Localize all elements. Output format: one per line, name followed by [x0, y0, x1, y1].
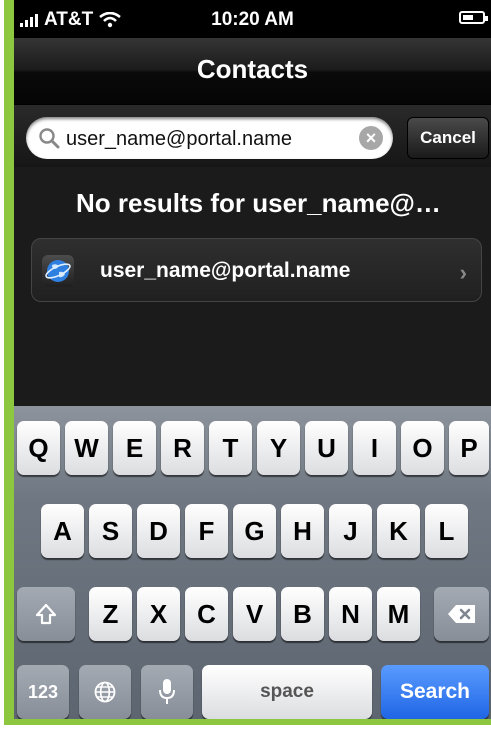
key-y[interactable]: Y — [257, 421, 300, 475]
search-query: user_name@portal.name — [66, 128, 292, 150]
shift-icon — [35, 603, 57, 625]
phone-screen: AT&T 10:20 AM Contacts user_name@portal.… — [14, 0, 491, 719]
key-a[interactable]: A — [41, 504, 84, 558]
search-bar: user_name@portal.name × Cancel — [14, 105, 491, 167]
status-bar: AT&T 10:20 AM — [14, 0, 491, 38]
key-h[interactable]: H — [281, 504, 324, 558]
keyboard: Q W E R T Y U I O P A S D F G H J K L Z … — [14, 406, 491, 719]
globe-key[interactable] — [79, 665, 131, 719]
key-z[interactable]: Z — [89, 587, 132, 641]
key-w[interactable]: W — [65, 421, 108, 475]
key-c[interactable]: C — [185, 587, 228, 641]
key-i[interactable]: I — [353, 421, 396, 475]
key-n[interactable]: N — [329, 587, 372, 641]
key-p[interactable]: P — [449, 421, 489, 475]
clear-icon[interactable]: × — [359, 126, 383, 150]
key-m[interactable]: M — [377, 587, 420, 641]
space-key[interactable]: space — [202, 665, 372, 719]
key-l[interactable]: L — [425, 504, 468, 558]
key-s[interactable]: S — [89, 504, 132, 558]
microphone-icon — [159, 679, 175, 704]
key-e[interactable]: E — [113, 421, 156, 475]
search-icon — [38, 127, 60, 154]
key-q[interactable]: Q — [17, 421, 60, 475]
chevron-right-icon: › — [459, 260, 467, 285]
key-g[interactable]: G — [233, 504, 276, 558]
shift-key[interactable] — [17, 587, 75, 641]
key-u[interactable]: U — [305, 421, 348, 475]
frame-border-left — [4, 0, 14, 724]
numbers-key[interactable]: 123 — [17, 665, 69, 719]
key-r[interactable]: R — [161, 421, 204, 475]
list-item[interactable]: user_name@portal.name › — [31, 238, 482, 302]
no-results-text: No results for user_name@… — [76, 188, 441, 218]
key-j[interactable]: J — [329, 504, 372, 558]
cancel-button[interactable]: Cancel — [407, 117, 489, 159]
frame-border-bottom — [4, 719, 491, 725]
screenshot-frame: AT&T 10:20 AM Contacts user_name@portal.… — [0, 0, 491, 731]
key-d[interactable]: D — [137, 504, 180, 558]
search-key[interactable]: Search — [381, 665, 489, 719]
page-title: Contacts — [196, 54, 309, 84]
dictation-key[interactable] — [141, 665, 193, 719]
key-o[interactable]: O — [401, 421, 444, 475]
status-time: 10:20 AM — [211, 9, 294, 30]
result-label: user_name@portal.name — [100, 259, 351, 282]
language-globe-icon — [94, 681, 116, 703]
search-input[interactable]: user_name@portal.name × — [26, 117, 393, 159]
key-t[interactable]: T — [209, 421, 252, 475]
key-v[interactable]: V — [233, 587, 276, 641]
navigation-bar: Contacts — [14, 38, 491, 105]
key-k[interactable]: K — [377, 504, 420, 558]
delete-key[interactable] — [434, 587, 489, 641]
battery-icon — [459, 11, 488, 24]
key-x[interactable]: X — [137, 587, 180, 641]
globe-icon — [42, 255, 74, 287]
key-f[interactable]: F — [185, 504, 228, 558]
key-b[interactable]: B — [281, 587, 324, 641]
delete-icon — [447, 605, 475, 623]
